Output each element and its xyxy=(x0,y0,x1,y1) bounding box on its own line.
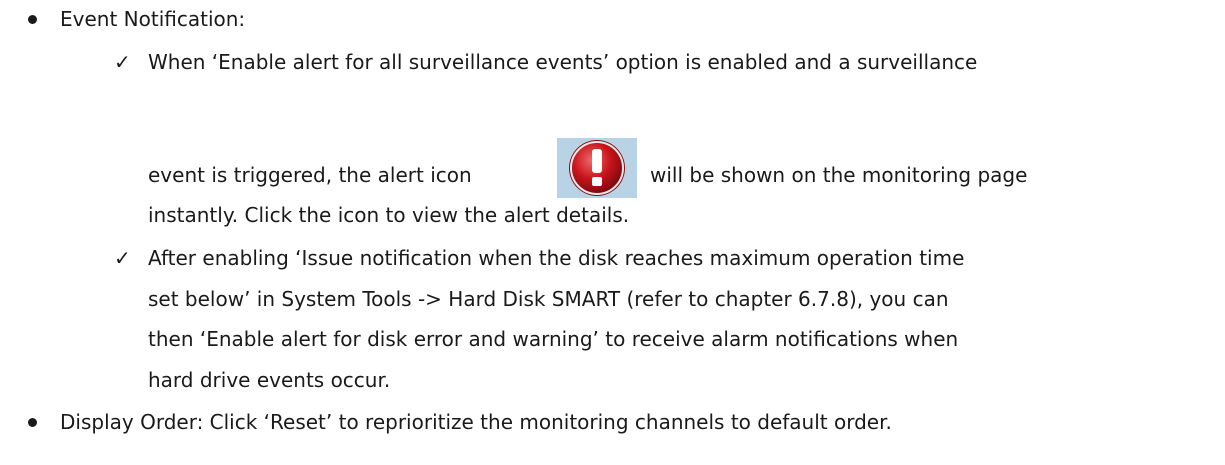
item2-line3: then ‘Enable alert for disk error and wa… xyxy=(148,327,959,351)
checkmark-icon: ✓ xyxy=(114,246,131,270)
alert-exclamation-icon xyxy=(557,138,637,198)
item2-line1: After enabling ‘Issue notification when … xyxy=(148,246,965,270)
bullet-icon xyxy=(28,15,37,24)
item2-line4: hard drive events occur. xyxy=(148,368,391,392)
event-notification-heading: Event Notification: xyxy=(60,7,246,31)
item2-line2: set below’ in System Tools -> Hard Disk … xyxy=(148,287,949,311)
checkmark-icon: ✓ xyxy=(114,50,131,74)
item1-line3: instantly. Click the icon to view the al… xyxy=(148,203,630,227)
document-page: Event Notification: ✓ When ‘Enable alert… xyxy=(0,0,1225,465)
item1-line2-after-icon: will be shown on the monitoring page xyxy=(650,163,1028,187)
item1-line2-before-icon: event is triggered, the alert icon xyxy=(148,163,472,187)
item1-line1: When ‘Enable alert for all surveillance … xyxy=(148,50,978,74)
bullet-icon xyxy=(28,418,37,427)
display-order-text: Display Order: Click ‘Reset’ to repriori… xyxy=(60,410,892,434)
